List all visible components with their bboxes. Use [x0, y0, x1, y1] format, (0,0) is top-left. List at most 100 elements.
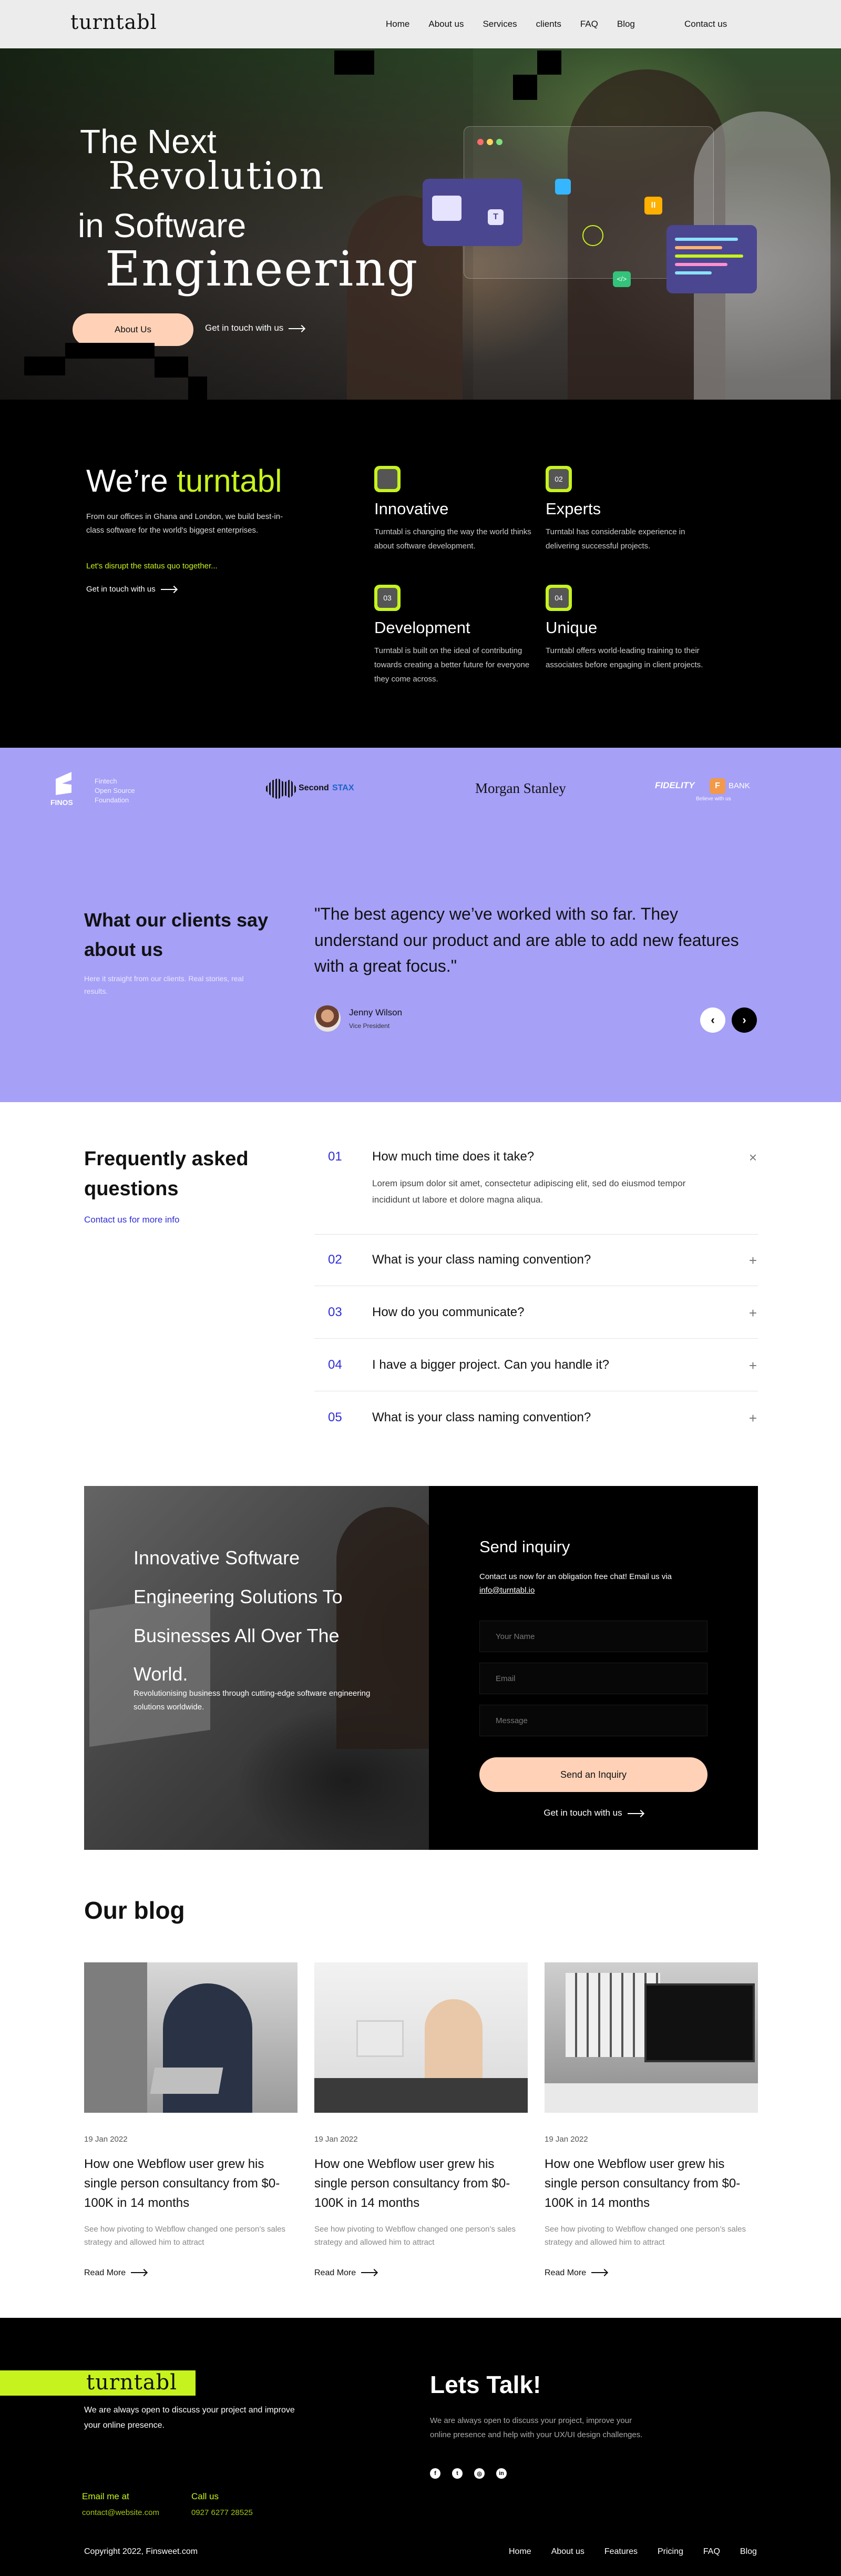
blog-post-excerpt: See how pivoting to Webflow changed one … — [84, 2224, 286, 2247]
name-field[interactable]: Your Name — [479, 1621, 707, 1652]
glitch-block — [65, 343, 155, 359]
feature-badge: 03 — [374, 585, 401, 611]
footer-link-blog[interactable]: Blog — [740, 2547, 757, 2557]
nav-contact-link[interactable]: Contact us — [684, 19, 727, 29]
finos-text-line: Fintech — [95, 777, 117, 785]
testimonials-subtitle: Here it straight from our clients. Real … — [84, 974, 244, 995]
fidelity-tagline: Believe with us — [696, 796, 731, 802]
faq-question: How much time does it take? — [372, 1149, 535, 1164]
faq-number: 04 — [328, 1358, 342, 1372]
footer-email-link[interactable]: contact@website.com — [82, 2508, 159, 2517]
faq-item[interactable]: 04 I have a bigger project. Can you hand… — [314, 1358, 758, 1391]
nav-link-home[interactable]: Home — [386, 19, 409, 29]
faq-number: 01 — [328, 1149, 342, 1164]
footer-links: Home About us Features Pricing FAQ Blog — [509, 2547, 757, 2557]
footer-link-home[interactable]: Home — [509, 2547, 531, 2557]
read-more-label: Read More — [314, 2268, 356, 2277]
faq-item[interactable]: 02 What is your class naming convention?… — [314, 1253, 758, 1286]
footer-link-faq[interactable]: FAQ — [703, 2547, 720, 2557]
nav-link-blog[interactable]: Blog — [617, 19, 635, 29]
plus-icon[interactable]: + — [749, 1358, 757, 1374]
linkedin-icon[interactable]: in — [496, 2468, 507, 2479]
footer-logo[interactable]: turntabl — [86, 2370, 177, 2395]
faq-contact-link[interactable]: Contact us for more info — [84, 1215, 179, 1225]
blog-post-title[interactable]: How one Webflow user grew his single per… — [545, 2154, 758, 2213]
inquiry-email-link[interactable]: info@turntabl.io — [479, 1586, 535, 1595]
footer-logo-box: turntabl — [0, 2370, 196, 2396]
read-more-link[interactable]: Read More — [545, 2268, 758, 2278]
nav-links: Home About us Services clients FAQ Blog — [386, 19, 654, 29]
nav-link-clients[interactable]: clients — [536, 19, 561, 29]
nav-link-services[interactable]: Services — [483, 19, 517, 29]
arrow-right-icon — [627, 1813, 643, 1814]
feature-badge: 04 — [546, 585, 572, 611]
feature-badge: 02 — [546, 466, 572, 492]
feature-text: Turntabl offers world-leading training t… — [546, 646, 703, 669]
features-touch-link[interactable]: Get in touch with us — [86, 585, 177, 594]
close-icon[interactable]: × — [749, 1149, 757, 1166]
message-field[interactable]: Message — [479, 1705, 707, 1736]
blog-post-image[interactable] — [84, 1962, 298, 2113]
feature-badge: 01 — [374, 466, 401, 492]
inquiry-form-title: Send inquiry — [479, 1538, 570, 1556]
code-icon: </> — [613, 271, 631, 287]
faq-item[interactable]: 05 What is your class naming convention?… — [314, 1410, 758, 1444]
email-field[interactable]: Email — [479, 1663, 707, 1694]
facebook-icon[interactable]: f — [430, 2468, 440, 2479]
plus-icon[interactable]: + — [749, 1253, 757, 1269]
blog-post-title[interactable]: How one Webflow user grew his single per… — [84, 2154, 298, 2213]
blog-post-image[interactable] — [545, 1962, 758, 2113]
read-more-link[interactable]: Read More — [314, 2268, 528, 2278]
footer-call-label: Call us — [191, 2491, 219, 2501]
desk-shape — [545, 2083, 758, 2113]
blog-post-card[interactable]: 19 Jan 2022 How one Webflow user grew hi… — [545, 1962, 758, 2278]
feature-title: Development — [374, 618, 470, 637]
footer-link-pricing[interactable]: Pricing — [658, 2547, 683, 2557]
copyright-text: Copyright 2022, Finsweet.com — [84, 2547, 198, 2556]
nav-link-faq[interactable]: FAQ — [580, 19, 598, 29]
blog-title: Our blog — [84, 1897, 185, 1924]
inquiry-touch-label: Get in touch with us — [543, 1808, 622, 1818]
file-icon — [555, 179, 571, 195]
finos-text-line: Open Source — [95, 787, 135, 795]
nav-link-about[interactable]: About us — [428, 19, 464, 29]
glitch-block — [188, 376, 207, 400]
send-inquiry-button[interactable]: Send an Inquiry — [479, 1757, 707, 1792]
testimonial-name: Jenny Wilson — [349, 1007, 403, 1017]
twitter-icon[interactable]: t — [452, 2468, 463, 2479]
features-title-brand: turntabl — [177, 463, 282, 498]
blog-post-title[interactable]: How one Webflow user grew his single per… — [314, 2154, 528, 2213]
hero-touch-link[interactable]: Get in touch with us — [205, 323, 305, 333]
feature-badge-number: 04 — [549, 588, 569, 608]
feature-title: Innovative — [374, 500, 449, 518]
finos-mark-text: FINOS — [50, 798, 73, 807]
brand-logo[interactable]: turntabl — [70, 11, 157, 34]
footer-link-features[interactable]: Features — [604, 2547, 638, 2557]
features-touch-label: Get in touch with us — [86, 585, 156, 594]
feature-badge-number: 03 — [377, 588, 397, 608]
faq-item[interactable]: 03 How do you communicate? + — [314, 1305, 758, 1339]
faq-item[interactable]: 01 How much time does it take? × Lorem i… — [314, 1149, 758, 1235]
hero-heading-line: Revolution — [108, 154, 325, 198]
footer-phone-link[interactable]: 0927 6277 28525 — [191, 2508, 253, 2517]
plus-icon[interactable]: + — [749, 1305, 757, 1321]
laptop-shape — [150, 2068, 223, 2094]
read-more-link[interactable]: Read More — [84, 2268, 298, 2278]
inquiry-form-sub-text: Contact us now for an obligation free ch… — [479, 1572, 672, 1581]
code-line — [675, 263, 727, 266]
footer-link-about[interactable]: About us — [551, 2547, 584, 2557]
about-us-button[interactable]: About Us — [73, 313, 193, 346]
inquiry-touch-link[interactable]: Get in touch with us — [429, 1808, 758, 1818]
instagram-icon[interactable]: ◎ — [474, 2468, 485, 2479]
plus-icon[interactable]: + — [749, 1410, 757, 1427]
previous-testimonial-button[interactable]: ‹ — [700, 1007, 725, 1033]
blog-post-card[interactable]: 19 Jan 2022 How one Webflow user grew hi… — [84, 1962, 298, 2278]
arrow-right-icon — [361, 2272, 377, 2274]
window-dot-yellow — [487, 139, 493, 145]
read-more-label: Read More — [545, 2268, 587, 2277]
faq-question: I have a bigger project. Can you handle … — [372, 1358, 609, 1372]
next-testimonial-button[interactable]: › — [732, 1007, 757, 1033]
blog-post-card[interactable]: 19 Jan 2022 How one Webflow user grew hi… — [314, 1962, 528, 2278]
avatar — [314, 1005, 341, 1032]
blog-post-image[interactable] — [314, 1962, 528, 2113]
